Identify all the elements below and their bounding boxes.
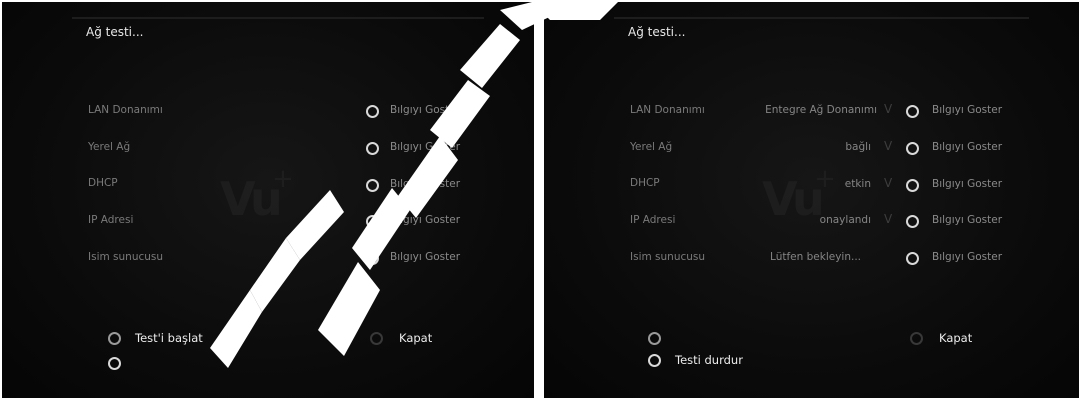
page-title: Ağ testi... xyxy=(86,25,144,39)
info-radio-icon[interactable] xyxy=(366,179,379,192)
info-radio-icon[interactable] xyxy=(906,105,919,118)
network-test-panel-left: Ağ testi... Vu + LAN Donanımı Bılgıyı Go… xyxy=(2,2,534,398)
row-label-dhcp: DHCP xyxy=(88,177,118,189)
vu-plus-logo: Vu + xyxy=(762,164,842,252)
status-local-network: bağlı xyxy=(845,141,871,153)
status-nameserver: Lütfen bekleyin... xyxy=(770,251,861,263)
info-button-ip-address[interactable]: Bılgıyı Goster xyxy=(932,214,1002,226)
info-radio-icon[interactable] xyxy=(906,179,919,192)
stop-test-button[interactable]: Testi durdur xyxy=(675,353,743,367)
logo-plus: + xyxy=(814,164,836,194)
selected-radio-icon[interactable] xyxy=(108,357,121,370)
row-label-ip-address: IP Adresi xyxy=(630,214,676,226)
info-button-dhcp[interactable]: Bılgıyı Goster xyxy=(932,178,1002,190)
check-mark-icon: V xyxy=(884,102,893,116)
info-button-lan-hardware[interactable]: Bılgıyı Goster xyxy=(932,104,1002,116)
info-radio-icon[interactable] xyxy=(366,252,379,265)
row-label-nameserver: Isim sunucusu xyxy=(630,251,706,263)
info-button-ip-address[interactable]: Bılgıyı Goster xyxy=(390,214,460,226)
info-radio-icon[interactable] xyxy=(906,215,919,228)
info-button-dhcp[interactable]: Bılgıyı Goster xyxy=(390,178,460,190)
logo-text: Vu xyxy=(762,172,825,226)
page-title: Ağ testi... xyxy=(628,25,686,39)
info-radio-icon[interactable] xyxy=(366,142,379,155)
status-dhcp: etkin xyxy=(844,178,871,190)
info-radio-icon[interactable] xyxy=(366,215,379,228)
panel-separator xyxy=(534,0,544,400)
info-radio-icon[interactable] xyxy=(366,105,379,118)
row-label-local-network: Yerel Ağ xyxy=(630,141,673,153)
logo-text: Vu xyxy=(220,172,283,226)
row-label-nameserver: Isim sunucusu xyxy=(88,251,164,263)
info-button-lan-hardware[interactable]: Bılgıyı Goster xyxy=(390,104,460,116)
row-label-local-network: Yerel Ağ xyxy=(88,141,131,153)
row-label-lan-hardware: LAN Donanımı xyxy=(630,104,705,116)
close-radio-icon[interactable] xyxy=(910,332,923,345)
row-label-dhcp: DHCP xyxy=(630,177,660,189)
network-test-panel-right: Ağ testi... Vu + LAN Donanımı Entegre Ağ… xyxy=(544,2,1079,398)
status-lan-hardware: Entegre Ağ Donanımı xyxy=(765,104,877,116)
top-divider xyxy=(614,17,1029,19)
close-radio-icon[interactable] xyxy=(370,332,383,345)
logo-plus: + xyxy=(272,164,294,194)
row-label-ip-address: IP Adresi xyxy=(88,214,134,226)
row-label-lan-hardware: LAN Donanımı xyxy=(88,104,163,116)
check-mark-icon: V xyxy=(884,212,893,226)
close-button[interactable]: Kapat xyxy=(939,331,972,345)
check-mark-icon: V xyxy=(884,176,893,190)
close-button[interactable]: Kapat xyxy=(399,331,432,345)
info-radio-icon[interactable] xyxy=(906,252,919,265)
info-radio-icon[interactable] xyxy=(906,142,919,155)
check-mark-icon: V xyxy=(884,139,893,153)
stop-test-radio-icon[interactable] xyxy=(648,354,661,367)
info-button-local-network[interactable]: Bılgıyı Goster xyxy=(390,141,460,153)
status-ip-address: onaylandı xyxy=(819,214,871,226)
start-test-button[interactable]: Test'i başlat xyxy=(135,331,203,345)
top-divider xyxy=(72,17,484,19)
info-button-nameserver[interactable]: Bılgıyı Goster xyxy=(932,251,1002,263)
info-button-nameserver[interactable]: Bılgıyı Goster xyxy=(390,251,460,263)
radio-icon[interactable] xyxy=(648,332,661,345)
vu-plus-logo: Vu + xyxy=(220,164,300,252)
start-test-radio-icon[interactable] xyxy=(108,332,121,345)
info-button-local-network[interactable]: Bılgıyı Goster xyxy=(932,141,1002,153)
